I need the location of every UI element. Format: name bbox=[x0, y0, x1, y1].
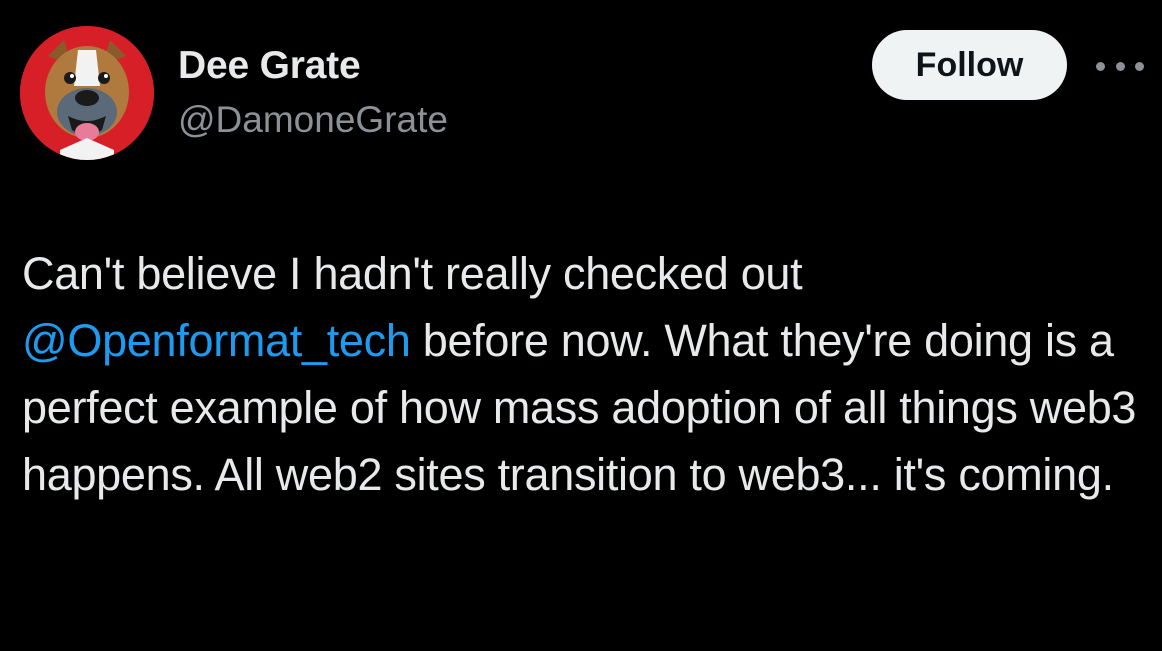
more-dot bbox=[1115, 61, 1125, 71]
mention-link[interactable]: @Openformat_tech bbox=[22, 315, 411, 366]
tweet-card: Dee Grate @DamoneGrate Follow Can't beli… bbox=[0, 0, 1162, 651]
author-handle[interactable]: @DamoneGrate bbox=[178, 96, 448, 144]
follow-button[interactable]: Follow bbox=[872, 30, 1067, 100]
tweet-text-before: Can't believe I hadn't really checked ou… bbox=[22, 248, 803, 299]
bulldog-avatar-icon bbox=[20, 26, 154, 160]
author-display-name[interactable]: Dee Grate bbox=[178, 42, 448, 90]
author-avatar[interactable] bbox=[20, 26, 154, 160]
more-dot bbox=[1135, 61, 1144, 71]
more-options-icon[interactable] bbox=[1096, 54, 1144, 78]
more-dot bbox=[1096, 61, 1105, 71]
author-info: Dee Grate @DamoneGrate bbox=[178, 42, 448, 144]
tweet-text: Can't believe I hadn't really checked ou… bbox=[22, 240, 1147, 508]
